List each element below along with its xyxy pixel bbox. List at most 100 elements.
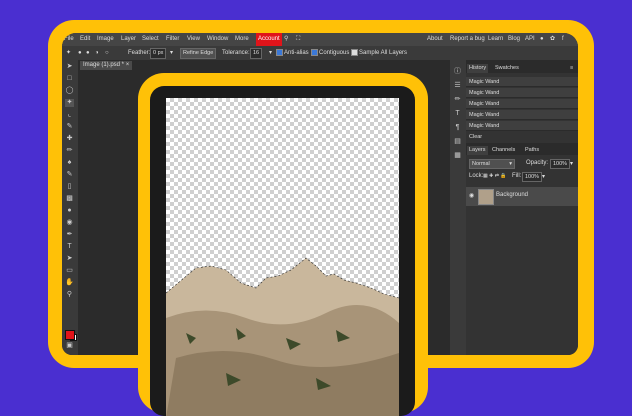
lock-label: Lock:: [469, 173, 484, 179]
reddit-icon[interactable]: ●: [540, 33, 544, 46]
menu-window[interactable]: Window: [207, 33, 228, 46]
shape-tool-icon[interactable]: ▭: [65, 267, 74, 275]
feather-label: Feather:: [128, 50, 151, 56]
anti-alias-checkbox[interactable]: Anti-alias: [276, 46, 309, 60]
selection-mode-new-icon[interactable]: ●: [78, 46, 82, 60]
feather-input[interactable]: 0 px: [150, 48, 167, 59]
lock-options-icon[interactable]: ▦ ✚ ⇄ 🔒: [483, 173, 507, 179]
opacity-input[interactable]: 100%: [550, 159, 571, 169]
history-item-clear[interactable]: Clear: [466, 132, 578, 142]
tab-swatches[interactable]: Swatches: [493, 64, 521, 73]
close-icon[interactable]: ×: [126, 62, 130, 68]
tools-panel: ➤ □ ◯ ✦ ⌞ ✎ ✚ ✏ ♠ ✎ ▯ ▩ ● ◉ ✒ T ➤ ▭ ✋ ⚲ …: [62, 60, 78, 355]
character-icon[interactable]: T: [453, 110, 462, 118]
magic-wand-icon[interactable]: ✦: [66, 46, 71, 60]
css-icon[interactable]: ▤: [453, 138, 462, 146]
history-item[interactable]: Magic Wand: [466, 77, 578, 87]
gradient-tool-icon[interactable]: ▩: [65, 195, 74, 203]
contiguous-checkbox[interactable]: Contiguous: [311, 46, 349, 60]
tab-layers[interactable]: Layers: [467, 146, 488, 155]
menu-account[interactable]: Account: [256, 33, 282, 46]
eyedropper-tool-icon[interactable]: ✎: [65, 123, 74, 131]
properties-icon[interactable]: ☰: [453, 82, 462, 90]
info-icon[interactable]: ⓘ: [453, 68, 462, 76]
lasso-tool-icon[interactable]: ◯: [65, 87, 74, 95]
type-tool-icon[interactable]: T: [65, 243, 74, 251]
refine-edge-button[interactable]: Refine Edge: [180, 48, 217, 59]
tab-history[interactable]: History: [467, 64, 489, 73]
visibility-eye-icon[interactable]: ◉: [469, 192, 474, 199]
history-item[interactable]: Magic Wand: [466, 121, 578, 131]
opacity-label: Opacity:: [526, 160, 549, 166]
foreground-color-swatch[interactable]: [65, 330, 75, 340]
image-icon[interactable]: ▦: [453, 152, 462, 160]
layer-row-background[interactable]: ◉ Background: [466, 187, 578, 206]
layer-name: Background: [496, 192, 529, 198]
chevron-down-icon[interactable]: ▾: [542, 173, 545, 180]
tolerance-label: Tolerance:: [222, 50, 250, 56]
clone-stamp-tool-icon[interactable]: ♠: [65, 159, 74, 167]
crop-tool-icon[interactable]: ⌞: [65, 111, 74, 119]
menu-filter[interactable]: Filter: [166, 33, 179, 46]
menu-api[interactable]: API: [525, 33, 535, 46]
selection-mode-intersect-icon[interactable]: ○: [105, 46, 109, 60]
history-item[interactable]: Magic Wand: [466, 88, 578, 98]
options-bar: ✦ ● ● ◑ ○ Feather: 0 px ▾ Refine Edge To…: [62, 46, 578, 60]
tab-channels[interactable]: Channels: [490, 146, 517, 155]
blur-tool-icon[interactable]: ●: [65, 207, 74, 215]
tab-paths[interactable]: Paths: [523, 146, 541, 155]
move-tool-icon[interactable]: ➤: [65, 63, 74, 71]
rock-image: [166, 257, 399, 416]
eraser-tool-icon[interactable]: ▯: [65, 183, 74, 191]
fullscreen-icon[interactable]: ⛶: [296, 33, 300, 46]
menu-about[interactable]: About: [427, 33, 443, 46]
sample-all-layers-checkbox[interactable]: Sample All Layers: [351, 46, 407, 60]
menu-bar: File Edit Image Layer Select Filter View…: [62, 33, 578, 46]
collapse-icon[interactable]: ≡: [568, 64, 575, 73]
layer-thumbnail: [478, 189, 494, 205]
blend-mode-select[interactable]: Normal ▾: [469, 159, 515, 169]
tolerance-input[interactable]: 16: [250, 48, 263, 59]
menu-report-bug[interactable]: Report a bug: [450, 33, 485, 46]
fill-input[interactable]: 100%: [522, 172, 543, 182]
healing-tool-icon[interactable]: ✚: [65, 135, 74, 143]
menu-file[interactable]: File: [64, 33, 74, 46]
zoomed-canvas: [150, 86, 415, 416]
selection-mode-subtract-icon[interactable]: ◑: [95, 46, 99, 60]
facebook-icon[interactable]: f: [562, 33, 564, 46]
document-tab[interactable]: Image (1).psd * ×: [80, 61, 133, 70]
magic-wand-tool-icon[interactable]: ✦: [65, 99, 74, 107]
menu-edit[interactable]: Edit: [80, 33, 90, 46]
twitter-icon[interactable]: ✿: [550, 33, 555, 46]
zoom-tool-icon[interactable]: ⚲: [65, 291, 74, 299]
fill-label: Fill:: [512, 173, 522, 179]
menu-layer[interactable]: Layer: [121, 33, 136, 46]
document-tabs: Image (1).psd * ×: [78, 60, 444, 71]
brush-settings-icon[interactable]: ✏: [453, 96, 462, 104]
dodge-tool-icon[interactable]: ◉: [65, 219, 74, 227]
menu-blog[interactable]: Blog: [508, 33, 520, 46]
path-select-tool-icon[interactable]: ➤: [65, 255, 74, 263]
chevron-down-icon[interactable]: ▾: [170, 46, 173, 60]
search-icon[interactable]: ⚲: [284, 33, 288, 46]
history-item[interactable]: Magic Wand: [466, 99, 578, 109]
chevron-down-icon[interactable]: ▾: [269, 46, 272, 60]
quick-mask-icon[interactable]: ▣: [65, 342, 74, 350]
menu-select[interactable]: Select: [142, 33, 159, 46]
paragraph-icon[interactable]: ¶: [453, 124, 462, 132]
panel-icons-column: ⓘ ☰ ✏ T ¶ ▤ ▦: [450, 60, 466, 355]
menu-view[interactable]: View: [187, 33, 200, 46]
history-item[interactable]: Magic Wand: [466, 110, 578, 120]
layers-panel: Layers Channels Paths Normal ▾ Opacity: 1…: [466, 145, 578, 355]
brush-tool-icon[interactable]: ✏: [65, 147, 74, 155]
history-brush-tool-icon[interactable]: ✎: [65, 171, 74, 179]
menu-more[interactable]: More: [235, 33, 249, 46]
pen-tool-icon[interactable]: ✒: [65, 231, 74, 239]
history-panel: History Swatches ≡ Magic Wand Magic Wand…: [466, 63, 578, 143]
hand-tool-icon[interactable]: ✋: [65, 279, 74, 287]
chevron-down-icon[interactable]: ▾: [570, 160, 573, 167]
selection-mode-add-icon[interactable]: ●: [86, 46, 90, 60]
menu-image[interactable]: Image: [97, 33, 114, 46]
marquee-tool-icon[interactable]: □: [65, 75, 74, 83]
menu-learn[interactable]: Learn: [488, 33, 503, 46]
